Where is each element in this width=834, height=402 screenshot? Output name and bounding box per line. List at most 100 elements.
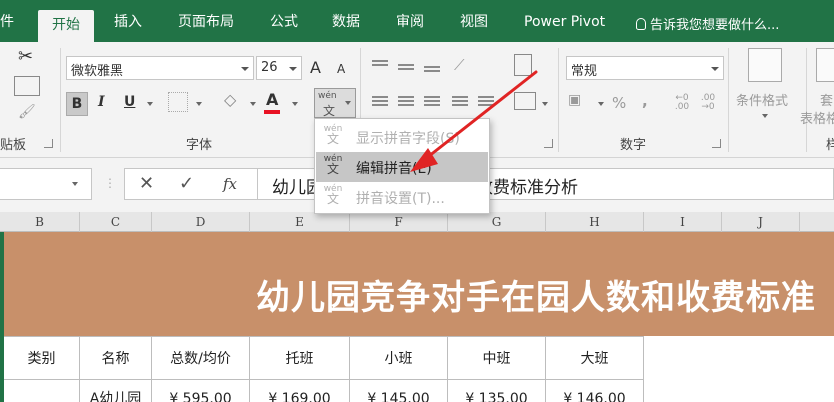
chevron-down-icon[interactable]	[542, 102, 548, 106]
table-header-cell[interactable]: 总数/均价	[152, 336, 250, 380]
tab-power-pivot[interactable]: Power Pivot	[518, 8, 611, 36]
tab-view[interactable]: 视图	[454, 8, 494, 36]
font-name-value: 微软雅黑	[71, 64, 124, 79]
chevron-down-icon[interactable]	[72, 182, 78, 186]
grow-font-button[interactable]: A	[310, 58, 321, 77]
column-header[interactable]: E	[250, 212, 350, 232]
align-bottom-icon[interactable]	[424, 66, 440, 78]
underline-button[interactable]: U	[124, 94, 135, 110]
column-header[interactable]: B	[0, 212, 80, 232]
formula-bar-grip[interactable]: ⋮	[104, 176, 116, 190]
tab-insert[interactable]: 插入	[108, 8, 148, 36]
table-header-cell[interactable]: 中班	[448, 336, 546, 380]
phonetic-dropdown-menu: wén 文 显示拼音字段(S) wén 文 编辑拼音(E) wén 文 拼音设置(T)…	[314, 118, 490, 214]
table-header-cell[interactable]: 类别	[4, 336, 80, 380]
italic-button[interactable]: I	[98, 94, 105, 110]
number-format-box[interactable]: 常规	[566, 56, 724, 80]
number-format-value: 常规	[571, 64, 598, 79]
column-header[interactable]: C	[80, 212, 152, 232]
tab-review[interactable]: 审阅	[390, 8, 430, 36]
copy-icon[interactable]	[14, 76, 40, 96]
conditional-formatting-button[interactable]: 条件格式	[736, 90, 788, 109]
title-cell[interactable]: 幼儿园竞争对手在园人数和收费标准	[4, 232, 834, 336]
menu-item-label: 显示拼音字段(S)	[356, 131, 460, 147]
phonetic-guide-button[interactable]: wén 文	[314, 88, 356, 118]
chevron-down-icon[interactable]	[292, 102, 298, 106]
align-top-icon[interactable]	[372, 60, 388, 72]
font-name-box[interactable]: 微软雅黑	[66, 56, 254, 80]
menu-item-show-phonetic[interactable]: wén 文 显示拼音字段(S)	[316, 122, 488, 152]
alignment-launcher-icon[interactable]	[544, 139, 553, 148]
column-header[interactable]: J	[722, 212, 800, 232]
clipboard-launcher-icon[interactable]	[44, 139, 53, 148]
table-cell[interactable]: ¥ 135.00	[448, 380, 546, 402]
fill-color-icon[interactable]: ◇	[224, 90, 236, 109]
chevron-down-icon[interactable]	[598, 102, 604, 106]
shrink-font-button[interactable]: A	[337, 62, 345, 76]
format-painter-icon[interactable]: 🖌	[18, 104, 36, 120]
font-group-label: 字体	[186, 138, 213, 153]
increase-decimal-button[interactable]: ←0 .00	[672, 94, 692, 112]
cancel-icon[interactable]: ✕	[139, 173, 154, 194]
ribbon-tab-bar: 件 开始 插入 页面布局 公式 数据 审阅 视图 Power Pivot 告诉我…	[0, 0, 834, 42]
align-center-icon[interactable]	[398, 96, 414, 108]
column-header[interactable]: H	[546, 212, 644, 232]
wrap-text-icon[interactable]	[514, 54, 532, 76]
borders-icon[interactable]	[168, 92, 188, 112]
format-as-table-icon[interactable]	[816, 48, 834, 82]
font-color-button[interactable]: A	[266, 90, 278, 109]
increase-indent-icon[interactable]	[478, 96, 494, 108]
sheet-title: 幼儿园竞争对手在园人数和收费标准	[256, 278, 816, 318]
enter-icon[interactable]: ✓	[179, 173, 194, 194]
table-cell[interactable]	[4, 380, 80, 402]
align-left-icon[interactable]	[372, 96, 388, 108]
chevron-down-icon[interactable]	[147, 102, 153, 106]
chevron-down-icon	[762, 114, 768, 118]
table-header-cell[interactable]: 大班	[546, 336, 644, 380]
tab-formulas[interactable]: 公式	[264, 8, 304, 36]
table-header-cell[interactable]: 小班	[350, 336, 448, 380]
bold-button[interactable]: B	[66, 92, 88, 116]
chevron-down-icon[interactable]	[196, 102, 202, 106]
percent-style-button[interactable]: %	[612, 94, 626, 112]
tell-me-search[interactable]: 告诉我您想要做什么...	[636, 14, 779, 33]
font-size-box[interactable]: 26	[256, 56, 302, 80]
format-as-table-label-2[interactable]: 表格格	[800, 108, 834, 127]
decrease-decimal-button[interactable]: .00 →0	[698, 94, 718, 112]
comma-style-button[interactable]: ,	[642, 92, 648, 110]
phonetic-icon-sub: 文	[323, 104, 336, 118]
align-middle-icon[interactable]	[398, 64, 414, 76]
table-cell[interactable]: A幼儿园	[80, 380, 152, 402]
menu-item-edit-phonetic[interactable]: wén 文 编辑拼音(E)	[316, 152, 488, 182]
table-cell[interactable]: ¥ 169.00	[250, 380, 350, 402]
tab-data[interactable]: 数据	[326, 8, 366, 36]
orientation-icon[interactable]: ⟋	[454, 56, 465, 74]
table-header-cell[interactable]: 托班	[250, 336, 350, 380]
table-cell[interactable]: ¥ 146.00	[546, 380, 644, 402]
column-header[interactable]: D	[152, 212, 250, 232]
tab-file[interactable]: 件	[0, 8, 20, 36]
cut-icon[interactable]: ✂	[18, 46, 33, 67]
tab-page-layout[interactable]: 页面布局	[172, 8, 240, 36]
chevron-down-icon[interactable]	[250, 102, 256, 106]
insert-function-icon[interactable]: fx	[223, 175, 237, 193]
column-header[interactable]: I	[644, 212, 722, 232]
column-header[interactable]: G	[448, 212, 546, 232]
table-cell[interactable]: ¥ 145.00	[350, 380, 448, 402]
lightbulb-icon	[636, 18, 646, 30]
accounting-format-icon[interactable]: ▣	[568, 92, 581, 108]
merge-center-icon[interactable]	[514, 92, 536, 110]
tab-home[interactable]: 开始	[38, 10, 94, 42]
conditional-formatting-icon[interactable]	[748, 48, 782, 82]
chevron-down-icon	[345, 101, 351, 105]
column-header[interactable]: F	[350, 212, 448, 232]
number-launcher-icon[interactable]	[712, 139, 721, 148]
format-as-table-label-1[interactable]: 套	[820, 90, 833, 109]
menu-item-phonetic-settings[interactable]: wén 文 拼音设置(T)...	[316, 182, 488, 212]
align-right-icon[interactable]	[424, 96, 440, 108]
name-box[interactable]	[0, 168, 92, 200]
table-cell[interactable]: ¥ 595.00	[152, 380, 250, 402]
menu-item-label: 拼音设置(T)...	[356, 191, 445, 207]
table-header-cell[interactable]: 名称	[80, 336, 152, 380]
decrease-indent-icon[interactable]	[452, 96, 468, 108]
